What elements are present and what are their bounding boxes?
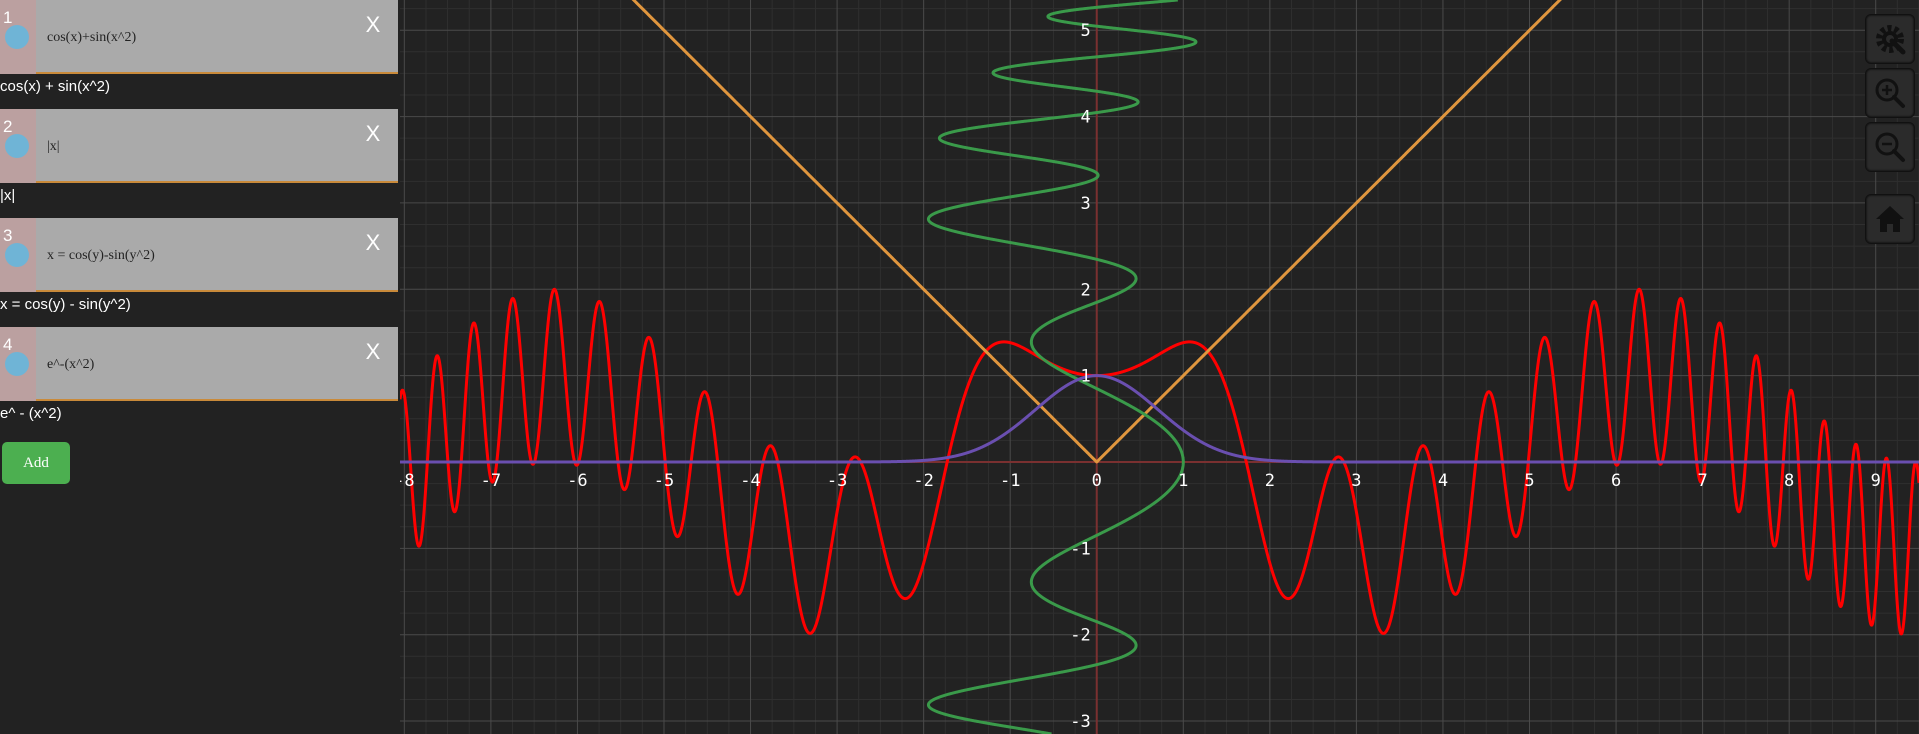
expression-input[interactable] (47, 354, 347, 376)
expression-number: 3 (3, 226, 13, 245)
y-tick-label: 2 (1080, 280, 1090, 300)
x-tick-label: -7 (481, 471, 501, 491)
x-tick-label: 6 (1611, 471, 1621, 491)
expression-sidebar: X 1 cos(x) + sin(x^2) X 2 |x| X 3 x = co… (0, 0, 400, 734)
graph-canvas[interactable]: -8 -7 -6 -5 -4 -3 -2 -1 0 1 2 3 4 5 6 7 8 9 5 4 3 2 1 -1 -2 -3 (400, 0, 1919, 734)
expression-number: 4 (3, 335, 13, 354)
x-tick-label: -3 (827, 471, 847, 491)
y-tick-label: -3 (1070, 712, 1090, 732)
expression-input-box[interactable]: X (0, 218, 398, 292)
zoom-in-icon (1875, 78, 1905, 108)
zoom-out-icon (1875, 132, 1905, 162)
x-tick-label: -5 (654, 471, 674, 491)
x-tick-label: 3 (1351, 471, 1361, 491)
zoom-out-button[interactable] (1865, 122, 1915, 172)
expression-input[interactable] (47, 27, 347, 49)
y-tick-label: 4 (1080, 108, 1090, 128)
x-tick-label: 7 (1697, 471, 1707, 491)
add-expression-button[interactable]: Add (2, 442, 70, 484)
close-expression-button[interactable]: X (360, 121, 386, 147)
x-tick-label: 4 (1438, 471, 1448, 491)
x-tick-label: 5 (1524, 471, 1534, 491)
home-icon (1876, 206, 1904, 232)
x-tick-label: -1 (1000, 471, 1020, 491)
x-tick-label: -6 (567, 471, 587, 491)
close-expression-button[interactable]: X (360, 339, 386, 365)
expression-input[interactable] (47, 136, 347, 158)
x-tick-label: 8 (1784, 471, 1794, 491)
color-toggle-icon[interactable] (5, 352, 29, 376)
y-tick-label: 5 (1080, 21, 1090, 41)
expression-rendered: x = cos(y) - sin(y^2) (0, 296, 131, 313)
expression-input[interactable] (47, 245, 347, 267)
expression-rendered: e^ - (x^2) (0, 405, 62, 422)
expression-tab[interactable]: 1 (0, 0, 36, 74)
expression-input-box[interactable]: X (0, 109, 398, 183)
x-tick-label: 1 (1178, 471, 1188, 491)
x-tick-label: 0 (1092, 471, 1102, 491)
graph-background (400, 0, 1919, 734)
y-tick-label: 1 (1080, 367, 1090, 387)
settings-button[interactable] (1865, 14, 1915, 64)
color-toggle-icon[interactable] (5, 25, 29, 49)
settings-icon (1876, 25, 1906, 55)
close-expression-button[interactable]: X (360, 12, 386, 38)
expression-input-box[interactable]: X (0, 327, 398, 401)
expression-tab[interactable]: 2 (0, 109, 36, 183)
expression-rendered: cos(x) + sin(x^2) (0, 78, 110, 95)
zoom-in-button[interactable] (1865, 68, 1915, 118)
y-tick-label: -2 (1070, 626, 1090, 646)
x-tick-label: -4 (740, 471, 760, 491)
close-expression-button[interactable]: X (360, 230, 386, 256)
expression-number: 2 (3, 117, 13, 136)
y-tick-label: -1 (1070, 539, 1090, 559)
expression-number: 1 (3, 8, 13, 27)
expression-rendered: |x| (0, 187, 16, 204)
color-toggle-icon[interactable] (5, 134, 29, 158)
x-tick-label: 9 (1871, 471, 1881, 491)
x-tick-label: 2 (1265, 471, 1275, 491)
x-tick-label: -8 (400, 471, 415, 491)
color-toggle-icon[interactable] (5, 243, 29, 267)
home-button[interactable] (1865, 194, 1915, 244)
expression-input-box[interactable]: X (0, 0, 398, 74)
x-tick-label: -2 (913, 471, 933, 491)
expression-tab[interactable]: 4 (0, 327, 36, 401)
expression-tab[interactable]: 3 (0, 218, 36, 292)
y-tick-label: 3 (1080, 194, 1090, 214)
